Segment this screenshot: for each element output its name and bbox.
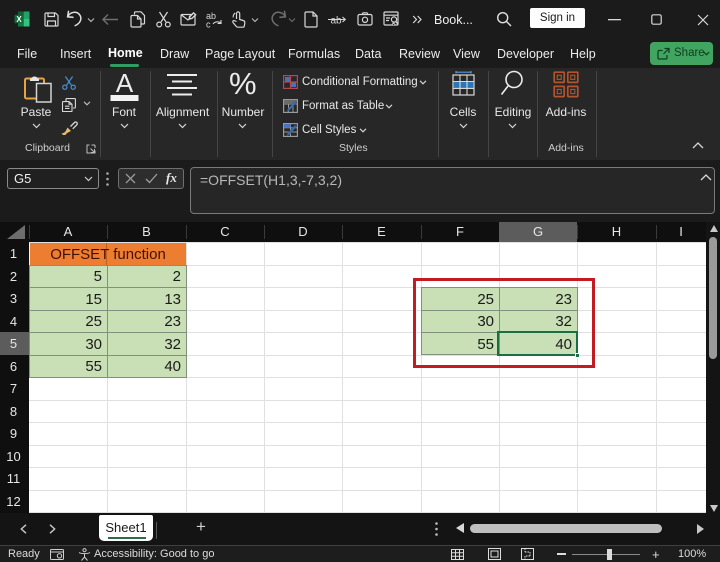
svg-text:ab: ab (331, 16, 343, 27)
svg-text:A: A (116, 70, 134, 98)
svg-text:c: c (206, 20, 211, 29)
svg-text:X: X (16, 15, 22, 24)
